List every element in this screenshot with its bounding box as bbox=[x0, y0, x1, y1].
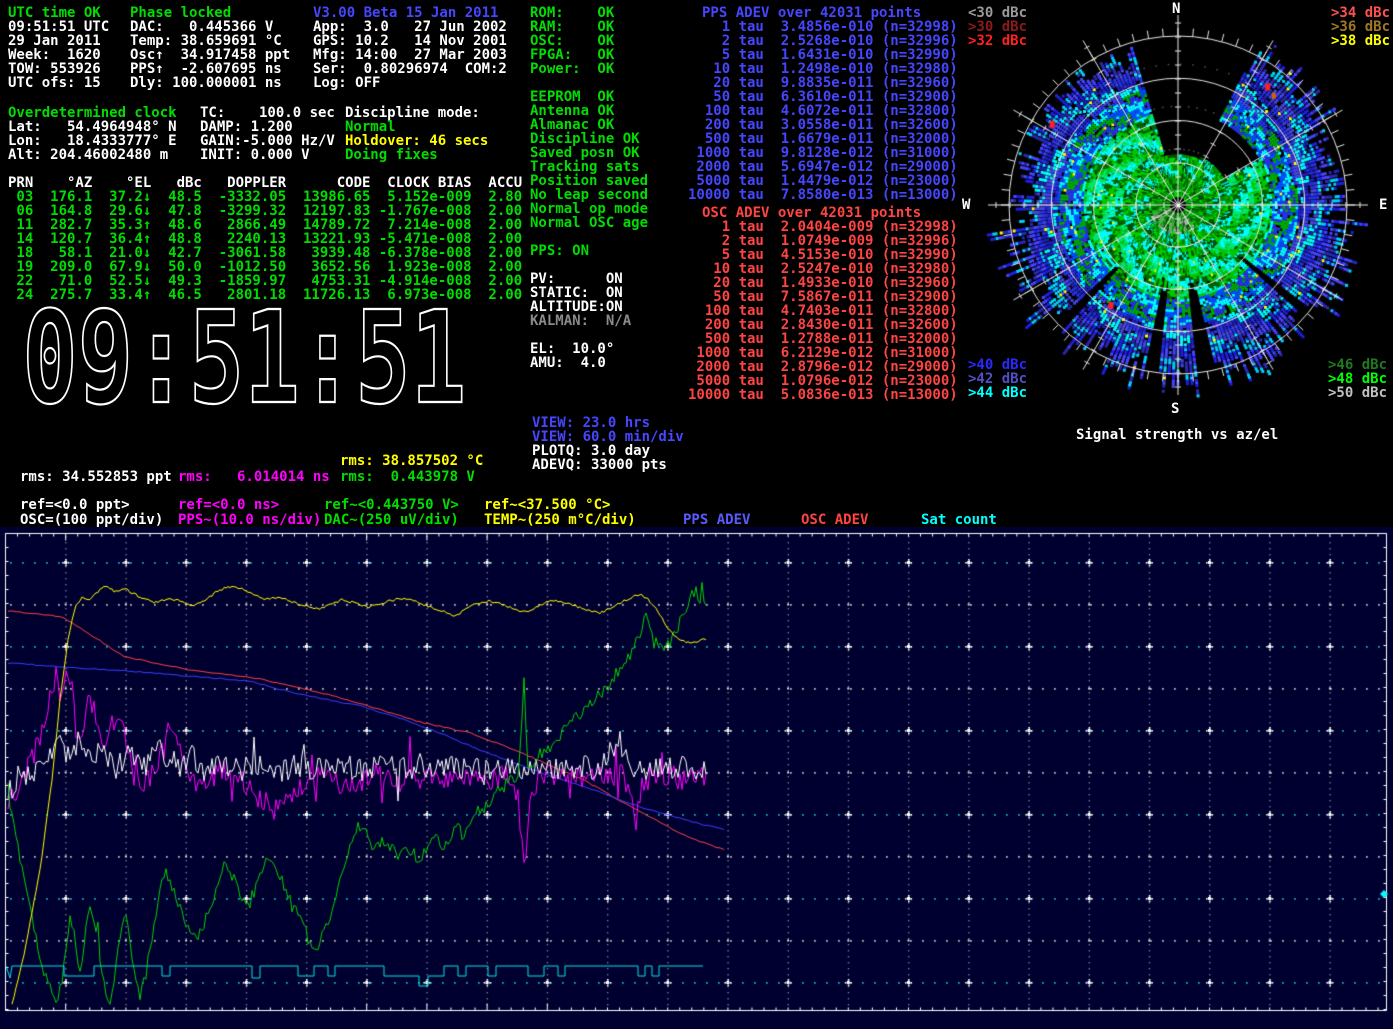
legend-gt46dbc: >46 dBc bbox=[1328, 358, 1387, 372]
el-amu-masks: EL: 10.0° AMU: 4.0 bbox=[530, 342, 614, 370]
version-block: App: 3.0 27 Jun 2002 GPS: 10.2 14 Nov 20… bbox=[313, 20, 507, 90]
legend-gt42dbc: >42 dBc bbox=[968, 372, 1027, 386]
compass-east: E bbox=[1379, 198, 1387, 212]
history-plot-canvas bbox=[0, 527, 1393, 1029]
pps-adev-rows: 1 tau 3.4856e-010 (n=32998) 2 tau 2.5268… bbox=[688, 20, 958, 202]
odc-header: Overdetermined clock bbox=[8, 106, 177, 120]
big-clock-digits: 09:51:51 bbox=[22, 298, 466, 416]
view-settings: VIEW: 23.0 hrs VIEW: 60.0 min/div bbox=[532, 416, 684, 444]
osc-adev-rows: 1 tau 2.0404e-009 (n=32998) 2 tau 1.0749… bbox=[688, 220, 958, 402]
lady-heather-gpsdo-console: { "top": { "utc": {"status": "UTC time O… bbox=[0, 0, 1393, 1029]
rms-volts: rms: 0.443978 V bbox=[340, 470, 475, 484]
kalman-status: KALMAN: N/A bbox=[530, 314, 631, 328]
pv-static-altitude: PV: ON STATIC: ON ALTITUDE:ON bbox=[530, 272, 623, 314]
sat-table-rows: 03 176.1 37.2↓ 48.5 -3332.05 13986.65 5.… bbox=[8, 190, 522, 302]
legend-gt40dbc: >40 dBc bbox=[968, 358, 1027, 372]
odc-loop-params: TC: 100.0 sec DAMP: 1.200 GAIN:-5.000 Hz… bbox=[200, 106, 335, 162]
queue-settings: PLOTQ: 3.0 day ADEVQ: 33000 pts bbox=[532, 444, 667, 472]
compass-west: W bbox=[962, 198, 970, 212]
big-clock: 09:51:51 bbox=[18, 298, 488, 416]
legend-sat-count: Sat count bbox=[921, 513, 997, 527]
rms-temp: rms: 38.857502 °C bbox=[340, 454, 483, 468]
compass-north: N bbox=[1172, 2, 1180, 16]
legend-lt30dbc: <30 dBc bbox=[968, 6, 1027, 20]
legend-gt34dbc: >34 dBc bbox=[1331, 6, 1390, 20]
legend-gt36dbc: >36 dBc bbox=[1331, 20, 1390, 34]
phase-status: Phase locked bbox=[130, 6, 231, 20]
sat-table-header: PRN °AZ °EL dBc DOPPLER CODE CLOCK BIAS … bbox=[8, 176, 522, 190]
utc-status: UTC time OK bbox=[8, 6, 101, 20]
osc-state-block: DAC: 0.445366 V Temp: 38.659691 °C Osc↑ … bbox=[130, 20, 290, 90]
ref-osc: ref=<0.0 ppt> bbox=[20, 498, 130, 512]
discipline-mode-normal: Normal bbox=[345, 120, 396, 134]
pps-adev-header: PPS ADEV over 42031 points bbox=[702, 6, 921, 20]
compass-south: S bbox=[1171, 402, 1179, 416]
legend-pps-adev: PPS ADEV bbox=[683, 513, 750, 527]
polar-title: Signal strength vs az/el bbox=[1076, 428, 1278, 442]
discipline-mode-fixes: Doing fixes bbox=[345, 148, 438, 162]
legend-osc-adev: OSC ADEV bbox=[801, 513, 868, 527]
version-header: V3.00 Beta 15 Jan 2011 bbox=[313, 6, 498, 20]
scale-temp: TEMP~(250 m°C/div) bbox=[484, 513, 636, 527]
ref-temp: ref~<37.500 °C> bbox=[484, 498, 610, 512]
rms-ppt: rms: 34.552853 ppt bbox=[20, 470, 172, 484]
scale-osc: OSC=(100 ppt/div) bbox=[20, 513, 163, 527]
health-group1: ROM: OK RAM: OK OSC: OK FPGA: OK Power: … bbox=[530, 6, 614, 76]
odc-position: Lat: 54.4964948° N Lon: 18.4333777° E Al… bbox=[8, 120, 177, 162]
legend-gt50dbc: >50 dBc bbox=[1328, 386, 1387, 400]
utc-time-block: 09:51:51 UTC 29 Jan 2011 Week: 1620 TOW:… bbox=[8, 20, 109, 90]
ref-pps: ref=<0.0 ns> bbox=[178, 498, 279, 512]
pps-on-flag: PPS: ON bbox=[530, 244, 589, 258]
legend-gt48dbc: >48 dBc bbox=[1328, 372, 1387, 386]
legend-gt38dbc: >38 dBc bbox=[1331, 34, 1390, 48]
legend-gt44dbc: >44 dBc bbox=[968, 386, 1027, 400]
ref-dac: ref~<0.443750 V> bbox=[324, 498, 459, 512]
osc-adev-header: OSC ADEV over 42031 points bbox=[702, 206, 921, 220]
legend-gt32dbc: >32 dBc bbox=[968, 34, 1027, 48]
legend-gt30dbc: >30 dBc bbox=[968, 20, 1027, 34]
discipline-mode-label: Discipline mode: bbox=[345, 106, 480, 120]
rms-ns: rms: 6.014014 ns bbox=[178, 470, 330, 484]
health-group2: EEPROM OK Antenna OK Almanac OK Discipli… bbox=[530, 90, 648, 230]
scale-pps: PPS~(10.0 ns/div) bbox=[178, 513, 321, 527]
scale-dac: DAC~(250 uV/div) bbox=[324, 513, 459, 527]
discipline-mode-holdover: Holdover: 46 secs bbox=[345, 134, 488, 148]
